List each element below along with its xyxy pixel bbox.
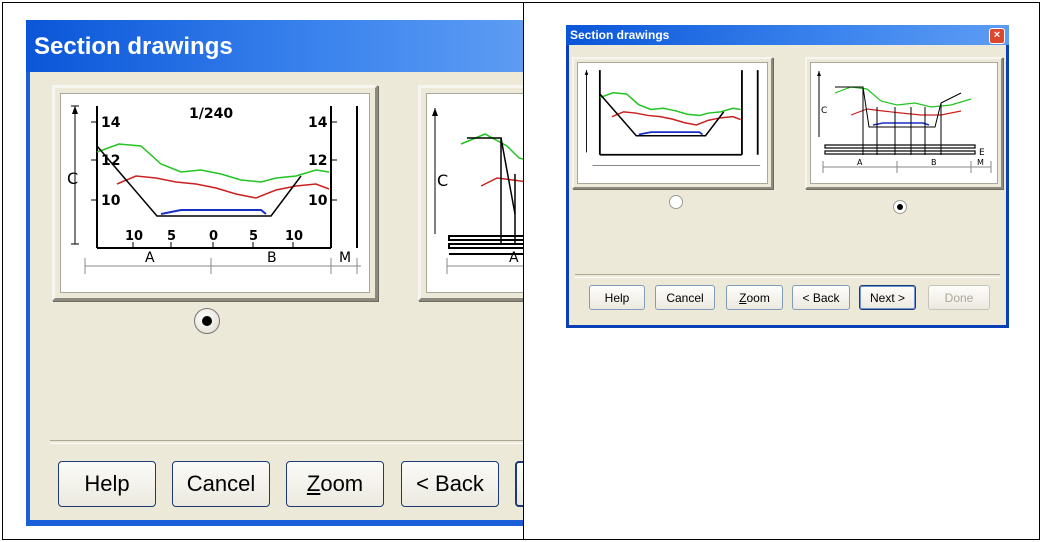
zoom-label: Zoom: [739, 291, 770, 305]
zoom-window-border-bottom: [26, 520, 523, 526]
section-drawings-dialog: Section drawings × C E A B M Help Cancel…: [566, 25, 1009, 328]
zoom-drawing-a-svg: C 14 12 10 1/240 14 12 10 10 5 0 5 10 A …: [67, 105, 361, 274]
zoom-cancel-button[interactable]: Cancel: [172, 461, 270, 507]
left-tick: 14: [101, 115, 121, 131]
done-label: Done: [944, 290, 974, 305]
zoom-window-border: [26, 72, 30, 526]
profile-green: [96, 143, 330, 183]
dialog-separator: [575, 274, 1000, 278]
dim-label: B: [931, 158, 937, 167]
dim-label: A: [509, 250, 519, 266]
dim-label: B: [267, 250, 277, 266]
scale-label: 1/240: [189, 106, 233, 122]
help-button[interactable]: Help: [589, 285, 645, 310]
channel-blue: [160, 209, 267, 215]
thumb-drawing-b[interactable]: C E A B M: [805, 57, 1003, 189]
zoom-title: Section drawings: [34, 33, 233, 60]
zoom-radio-drawing-a[interactable]: [194, 308, 220, 334]
zoom-help-button[interactable]: Help: [58, 461, 156, 507]
zoom-zoom-label: Zoom: [307, 471, 363, 497]
cancel-label: Cancel: [666, 290, 704, 305]
thumb-drawing-a[interactable]: [572, 57, 773, 189]
height-label: C: [67, 169, 78, 188]
zoom-cancel-label: Cancel: [186, 471, 256, 496]
bottom-tick: 0: [209, 229, 218, 244]
dim-label: M: [339, 250, 351, 266]
zoom-back-label: < Back: [416, 471, 484, 496]
profile-red: [116, 175, 330, 199]
radio-dot: [202, 316, 212, 326]
radio-dot: [897, 204, 903, 210]
drawing-b-svg: C E A B M: [817, 71, 992, 173]
zoom-help-label: Help: [84, 471, 130, 496]
thumb-drawing-b-canvas: C E A B M: [810, 62, 998, 184]
radio-drawing-a[interactable]: [669, 195, 683, 209]
panel-divider: [523, 2, 524, 540]
accel-key: Z: [739, 290, 747, 305]
zoom-zoom-rest: oom: [320, 471, 364, 496]
accel-key: Z: [306, 471, 321, 496]
height-label: C: [821, 106, 827, 116]
next-label: Next >: [869, 290, 905, 305]
dialog-title: Section drawings: [570, 28, 670, 42]
zoom-separator: [50, 440, 523, 444]
dim-label: A: [857, 158, 863, 167]
zoom-title-bar: Section drawings: [26, 20, 523, 72]
bottom-tick: 5: [249, 229, 258, 244]
zoom-next-button-partial[interactable]: [515, 461, 523, 507]
end-label: E: [979, 148, 985, 158]
right-tick: 12: [308, 153, 327, 169]
zoom-thumb-drawing-a[interactable]: C 14 12 10 1/240 14 12 10 10 5 0 5 10 A …: [52, 85, 378, 301]
zoom-thumb-drawing-b[interactable]: C A: [418, 85, 523, 301]
next-button[interactable]: Next >: [859, 285, 916, 310]
help-label: Help: [604, 290, 630, 305]
drawing-a-svg: [584, 70, 761, 166]
dim-label: M: [977, 158, 984, 167]
right-tick: 14: [308, 115, 328, 131]
zoom-rest: oom: [746, 290, 770, 305]
back-button[interactable]: < Back: [792, 285, 850, 310]
right-tick: 10: [308, 193, 328, 209]
bottom-tick: 5: [167, 229, 176, 244]
close-icon[interactable]: ×: [989, 28, 1005, 44]
bottom-tick: 10: [285, 229, 303, 244]
dim-label: A: [145, 250, 155, 266]
thumb-drawing-a-canvas: [577, 62, 768, 184]
zoom-back-button[interactable]: < Back: [401, 461, 499, 507]
cancel-button[interactable]: Cancel: [655, 285, 715, 310]
done-button: Done: [928, 285, 990, 310]
bottom-tick: 10: [125, 229, 143, 244]
zoom-button[interactable]: Zoom: [726, 285, 783, 310]
zoom-zoom-button[interactable]: Zoom: [286, 461, 384, 507]
zoomed-dialog-view: Section drawings C 14 12 10 1/240 14 12: [26, 20, 523, 526]
zoom-thumb-drawing-a-canvas: C 14 12 10 1/240 14 12 10 10 5 0 5 10 A …: [60, 93, 370, 293]
zoom-thumb-drawing-b-canvas: C A: [426, 93, 523, 293]
radio-drawing-b[interactable]: [893, 200, 907, 214]
height-label: C: [437, 171, 448, 190]
back-label: < Back: [802, 290, 840, 305]
dialog-title-bar: Section drawings ×: [566, 25, 1009, 45]
left-tick: 10: [101, 193, 121, 209]
zoom-drawing-b-svg: C A: [432, 108, 523, 274]
